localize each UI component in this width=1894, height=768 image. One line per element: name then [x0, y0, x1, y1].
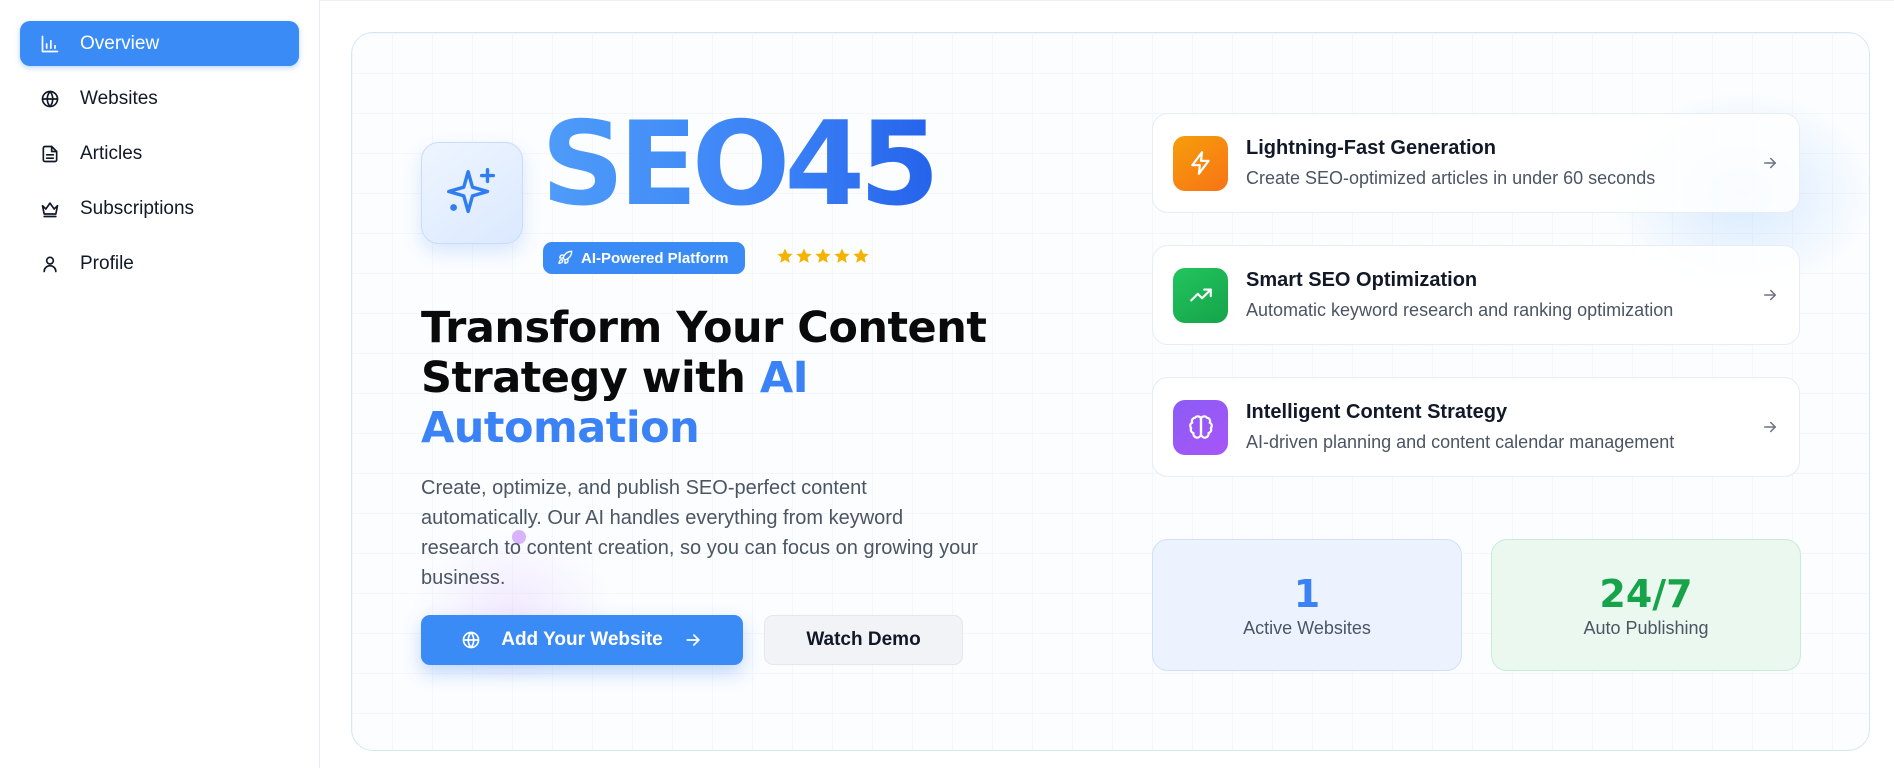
sidebar-item-websites[interactable]: Websites [20, 76, 299, 121]
feature-title: Lightning-Fast Generation [1246, 137, 1496, 159]
hero-headline: Transform Your Content Strategy with AI … [421, 303, 1041, 453]
sidebar-nav: Overview Websites Articles Subscriptions… [20, 21, 299, 296]
star-icon [776, 247, 794, 265]
arrow-right-icon [686, 634, 700, 646]
feature-title: Intelligent Content Strategy [1246, 401, 1508, 423]
hero-card: SEO45 AI-Powered Platform Transform Your… [351, 32, 1870, 751]
star-icon [852, 247, 870, 265]
headline-line: Transform Your Content [421, 303, 987, 353]
rating-stars [776, 247, 870, 265]
lightning-icon [1173, 135, 1228, 191]
brain-icon [1173, 399, 1228, 455]
sidebar-item-profile[interactable]: Profile [20, 241, 299, 286]
rocket-icon [558, 250, 573, 264]
stat-label: Active Websites [1243, 617, 1371, 638]
trending-up-icon [1173, 267, 1228, 323]
sidebar-item-articles[interactable]: Articles [20, 131, 299, 176]
stat-auto-publishing: 24/7 Auto Publishing [1491, 539, 1801, 671]
document-icon [40, 144, 60, 164]
brand-title: SEO45 [541, 97, 940, 232]
feature-card-strategy[interactable]: Intelligent Content Strategy AI-driven p… [1152, 377, 1800, 477]
star-icon [795, 247, 813, 265]
sidebar: Overview Websites Articles Subscriptions… [0, 0, 320, 768]
hero-description: Create, optimize, and publish SEO-perfec… [421, 477, 978, 589]
user-icon [40, 254, 60, 274]
stat-label: Auto Publishing [1583, 617, 1709, 638]
arrow-right-icon [1761, 418, 1779, 436]
sidebar-item-label: Subscriptions [80, 197, 195, 219]
arrow-right-icon [1761, 154, 1779, 172]
stat-value: 24/7 [1599, 571, 1693, 616]
crown-icon [40, 199, 60, 219]
add-website-button[interactable]: Add Your Website [421, 615, 743, 665]
sidebar-item-overview[interactable]: Overview [20, 21, 299, 66]
headline-line: Strategy with [421, 353, 760, 403]
star-icon [814, 247, 832, 265]
feature-card-lightning[interactable]: Lightning-Fast Generation Create SEO-opt… [1152, 113, 1800, 213]
sidebar-item-label: Websites [80, 87, 158, 109]
ai-powered-badge: AI-Powered Platform [543, 242, 745, 274]
feature-description: Create SEO-optimized articles in under 6… [1246, 168, 1656, 188]
sidebar-item-label: Articles [80, 142, 143, 164]
sidebar-item-label: Profile [80, 252, 134, 274]
sidebar-item-subscriptions[interactable]: Subscriptions [20, 186, 299, 231]
logo [421, 142, 523, 244]
feature-description: Automatic keyword research and ranking o… [1246, 300, 1674, 320]
sparkles-icon [447, 168, 496, 214]
button-label: Add Your Website [501, 629, 663, 650]
feature-description: AI-driven planning and content calendar … [1246, 432, 1675, 452]
bar-chart-icon [40, 34, 60, 54]
arrow-right-icon [1761, 286, 1779, 304]
star-icon [833, 247, 851, 265]
stat-value: 1 [1293, 571, 1321, 616]
badge-label: AI-Powered Platform [581, 249, 729, 267]
feature-card-seo[interactable]: Smart SEO Optimization Automatic keyword… [1152, 245, 1800, 345]
feature-title: Smart SEO Optimization [1246, 269, 1478, 291]
watch-demo-button[interactable]: Watch Demo [764, 615, 963, 665]
stat-active-websites: 1 Active Websites [1152, 539, 1462, 671]
sidebar-item-label: Overview [80, 32, 160, 54]
globe-icon [40, 89, 60, 109]
globe-icon [462, 631, 480, 649]
